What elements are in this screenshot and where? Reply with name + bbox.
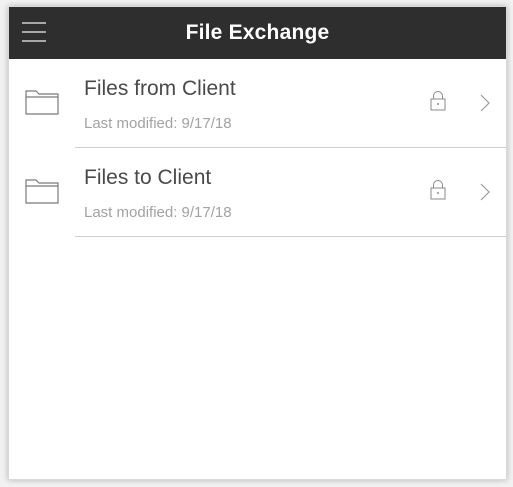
chevron-right-icon[interactable] <box>480 94 490 112</box>
folder-item-files-to-client[interactable]: Files to Client Last modified: 9/17/18 <box>9 148 506 237</box>
top-bar: File Exchange <box>9 7 506 59</box>
lock-icon <box>430 180 446 200</box>
folder-icon <box>25 90 59 115</box>
folder-item-files-from-client[interactable]: Files from Client Last modified: 9/17/18 <box>9 59 506 148</box>
last-modified-label: Last modified: 9/17/18 <box>84 115 232 132</box>
folder-name: Files from Client <box>84 77 236 100</box>
chevron-right-icon[interactable] <box>480 183 490 201</box>
folder-name: Files to Client <box>84 166 212 189</box>
row-divider <box>75 236 506 237</box>
app-window: File Exchange Files from Client Last mod… <box>8 6 507 480</box>
last-modified-label: Last modified: 9/17/18 <box>84 204 232 221</box>
lock-icon <box>430 91 446 111</box>
page-title: File Exchange <box>185 21 330 44</box>
folder-icon <box>25 179 59 204</box>
folder-list: Files from Client Last modified: 9/17/18… <box>9 59 506 237</box>
